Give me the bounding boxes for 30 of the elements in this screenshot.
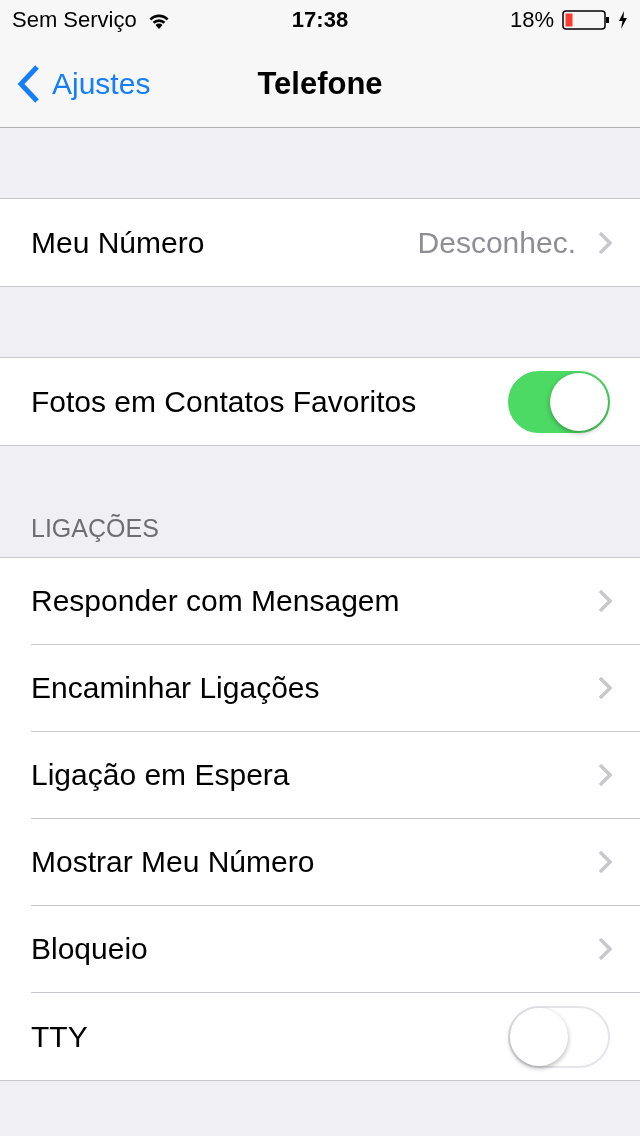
section-header: LIGAÇÕES (31, 514, 159, 543)
battery-icon (562, 10, 610, 30)
clock-time: 17:38 (291, 7, 349, 32)
row-label: Ligação em Espera (31, 758, 291, 792)
chevron-icon (598, 763, 612, 787)
settings-row[interactable]: Responder com Mensagem (31, 558, 640, 645)
settings-row[interactable]: Ligação em Espera (31, 732, 640, 819)
chevron-icon (598, 850, 612, 874)
row-value: Desconhec. (417, 225, 576, 260)
row-label: Meu Número (31, 225, 206, 260)
charging-bolt-icon (618, 11, 628, 29)
carrier-name: Sem Serviço (12, 7, 137, 33)
toggle-switch[interactable] (508, 370, 610, 433)
back-chevron-icon (16, 63, 40, 104)
chevron-icon (598, 230, 612, 255)
row-label: Responder com Mensagem (31, 584, 401, 618)
row-label: Fotos em Contatos Favoritos (31, 384, 418, 419)
settings-row[interactable]: Bloqueio (31, 906, 640, 993)
page-title: Telefone (257, 65, 383, 101)
settings-row[interactable]: Mostrar Meu Número (31, 819, 640, 906)
row-label: Encaminhar Ligações (31, 671, 321, 705)
chevron-icon (598, 937, 612, 961)
chevron-icon (598, 676, 612, 700)
chevron-icon (598, 589, 612, 613)
row-label: TTY (31, 1019, 89, 1054)
settings-row[interactable]: Encaminhar Ligações (31, 645, 640, 732)
back-button[interactable]: Ajustes (0, 53, 151, 114)
row-label: Bloqueio (31, 932, 149, 966)
row-label: Mostrar Meu Número (31, 845, 316, 879)
battery-percent: 18% (509, 7, 554, 33)
